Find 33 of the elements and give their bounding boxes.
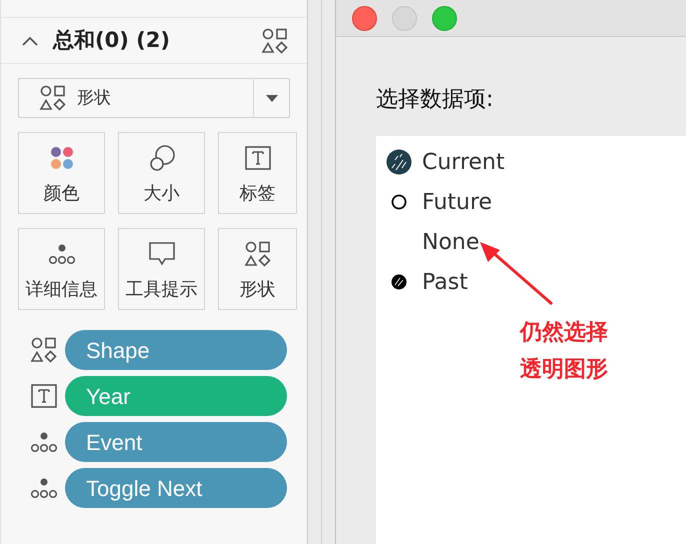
text-label-icon [30,382,58,410]
circles-icon [148,144,176,172]
dialog-prompt: 选择数据项: [376,86,494,114]
mark-property-button[interactable]: 标签 [218,132,297,214]
shapes-icon [261,26,289,54]
shapes-icon [39,84,67,112]
marks-card-title: 总和(0) (2) [53,26,170,54]
data-item[interactable]: None [376,222,686,262]
annotation-text: 仍然选择 [520,319,608,347]
mark-property-button[interactable]: 颜色 [18,132,105,214]
text-label-icon [244,144,272,172]
data-item[interactable]: Current [376,142,686,182]
data-item[interactable]: Past [376,262,686,302]
close-button[interactable] [352,6,377,30]
annotation-text: 透明图形 [520,356,608,384]
mark-property-button[interactable]: 形状 [218,228,297,310]
speech-bubble-icon [148,240,176,268]
hatched-dot-icon [391,274,407,290]
zoom-button[interactable] [432,6,457,30]
mark-property-button[interactable]: 详细信息 [18,228,105,310]
mark-property-button[interactable]: 工具提示 [118,228,205,310]
open-circle-icon [391,194,407,210]
dropdown-caret-icon [266,94,278,102]
shapes-icon [30,336,58,364]
shapes-icon [244,240,272,268]
mark-type-label: 形状 [77,87,111,110]
minimize-button[interactable] [392,6,417,30]
chevron-icon [22,36,38,46]
mark-type-dropdown[interactable]: 形状 [18,78,290,118]
panel-splitter[interactable] [307,0,335,544]
data-item[interactable]: Future [376,182,686,222]
hatched-circle-icon [386,149,412,175]
mark-property-button[interactable]: 大小 [118,132,205,214]
